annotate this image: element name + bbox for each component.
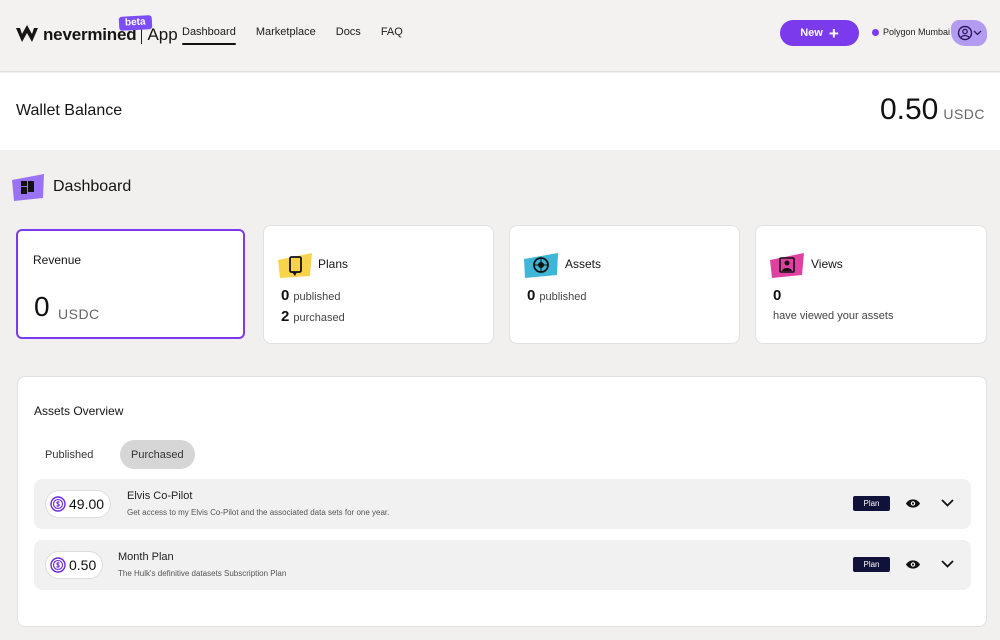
dashboard-title: Dashboard [53, 178, 132, 195]
view-asset-button[interactable] [904, 496, 922, 510]
asset-title: Elvis Co-Pilot [127, 490, 193, 502]
views-card[interactable]: Views 0 have viewed your assets [755, 225, 987, 344]
chevron-down-icon [940, 499, 954, 507]
chevron-down-icon [940, 560, 954, 568]
nevermined-logo-icon [16, 25, 38, 42]
beta-badge: beta [118, 15, 152, 31]
plus-icon: + [828, 23, 839, 43]
wallet-balance-bar: Wallet Balance 0.50 USDC [0, 73, 1000, 150]
views-label-stat: have viewed your assets [773, 310, 893, 322]
chevron-down-icon [973, 30, 981, 36]
views-label: have viewed your assets [773, 310, 894, 322]
asset-description: The Hulk's definitive datasets Subscript… [118, 569, 287, 578]
asset-description: Get access to my Elvis Co-Pilot and the … [127, 508, 390, 517]
assets-card[interactable]: Assets 0 published [509, 225, 740, 344]
plan-badge: Plan [853, 496, 890, 511]
asset-title: Month Plan [118, 551, 174, 563]
usdc-coin-icon [50, 557, 66, 573]
nav-marketplace[interactable]: Marketplace [256, 26, 316, 38]
nav-dashboard[interactable]: Dashboard [182, 26, 236, 45]
plans-published-count: 0 [281, 287, 290, 304]
plans-published-label: published [293, 291, 341, 303]
nav-faq[interactable]: FAQ [381, 26, 403, 38]
revenue-title: Revenue [33, 253, 82, 267]
asset-price-value: 49.00 [69, 496, 105, 512]
expand-row-button[interactable] [940, 558, 954, 570]
plans-purchased-count: 2 [281, 308, 290, 325]
assets-title: Assets [565, 257, 602, 271]
account-menu-button[interactable] [951, 20, 987, 46]
views-count: 0 [773, 287, 782, 304]
plans-purchased-label: purchased [293, 312, 345, 324]
assets-overview-panel: Assets Overview Published Purchased 49.0… [17, 376, 987, 627]
dashboard-heading: Dashboard [10, 172, 131, 202]
view-asset-button[interactable] [904, 557, 922, 571]
assets-icon [524, 253, 558, 278]
plans-icon [278, 253, 312, 278]
assets-overview-title: Assets Overview [34, 404, 124, 418]
nav-docs[interactable]: Docs [336, 26, 361, 38]
tab-purchased[interactable]: Purchased [120, 440, 195, 469]
dashboard-icon [12, 174, 44, 201]
asset-price-value: 0.50 [69, 557, 97, 573]
new-button-label: New [800, 27, 823, 39]
revenue-card[interactable]: Revenue 0 USDC [16, 229, 245, 339]
views-count-stat: 0 [773, 287, 785, 304]
asset-price: 49.00 [45, 490, 112, 518]
assets-published-stat: 0 published [527, 287, 586, 304]
plans-purchased-stat: 2 purchased [281, 308, 345, 325]
wallet-balance-value: 0.50 [879, 93, 939, 126]
asset-row[interactable]: 0.50 Month Plan The Hulk's definitive da… [34, 540, 971, 590]
revenue-value: 0 [34, 291, 50, 322]
new-button[interactable]: New + [780, 20, 859, 46]
network-status-dot [872, 28, 879, 36]
app-label: App [147, 25, 178, 44]
views-icon [770, 253, 804, 278]
eye-icon [906, 559, 920, 569]
network-indicator[interactable]: Polygon Mumbai [872, 27, 950, 37]
assets-published-count: 0 [527, 287, 536, 304]
assets-published-label: published [539, 291, 587, 303]
wallet-balance-amount: 0.50 USDC [880, 93, 985, 127]
usdc-coin-icon [50, 496, 66, 512]
expand-row-button[interactable] [940, 497, 954, 509]
eye-icon [906, 498, 920, 508]
main-nav: Dashboard Marketplace Docs FAQ [182, 26, 423, 45]
user-icon [957, 25, 972, 41]
wallet-balance-title: Wallet Balance [16, 102, 123, 119]
views-title: Views [811, 257, 843, 271]
network-name: Polygon Mumbai [883, 27, 951, 37]
tab-published[interactable]: Published [34, 440, 104, 469]
app-logo[interactable]: nevermined App [15, 25, 178, 45]
asset-price: 0.50 [45, 551, 104, 579]
plans-published-stat: 0 published [281, 287, 340, 304]
wallet-balance-unit: USDC [943, 106, 985, 122]
plans-title: Plans [318, 257, 349, 271]
plans-card[interactable]: Plans 0 published 2 purchased [263, 225, 494, 344]
top-navbar: nevermined App beta Dashboard Marketplac… [0, 0, 1000, 72]
asset-row[interactable]: 49.00 Elvis Co-Pilot Get access to my El… [34, 479, 971, 529]
revenue-unit: USDC [58, 306, 100, 322]
plan-badge: Plan [853, 557, 890, 572]
